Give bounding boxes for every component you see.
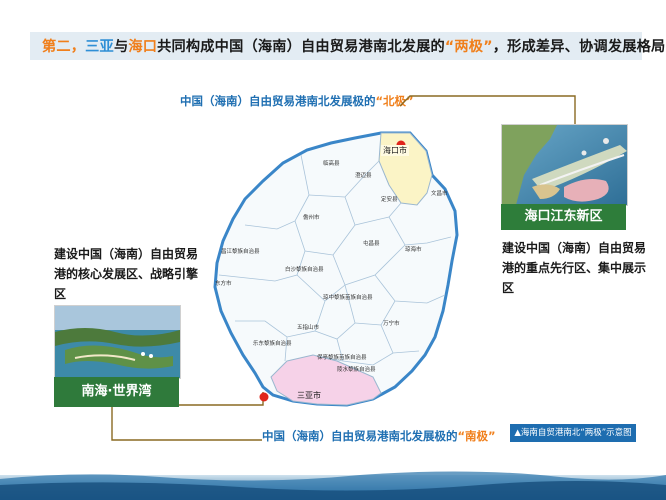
right-description: 建设中国（海南）自由贸易 港的重点先行区、集中展示 区: [502, 238, 652, 298]
left-desc-line3: 区: [54, 287, 67, 301]
title-part3: 与: [113, 39, 129, 55]
right-desc-line3: 区: [502, 281, 515, 295]
north-connector: [399, 95, 576, 124]
north-pole-label: 中国（海南）自由贸易港南北发展极的“北极”: [180, 93, 414, 109]
north-pole-text: 中国（海南）自由贸易港南北发展极的: [180, 94, 376, 108]
north-pole-quote: “北极”: [375, 94, 414, 108]
slide-title: 第二，三亚与海口共同构成中国（海南）自由贸易港南北发展的“两极”，形成差异、协调…: [42, 36, 665, 58]
left-desc-line1: 建设中国（海南）自由贸易: [54, 247, 199, 261]
title-part1: 第二，: [42, 39, 86, 55]
title-part7: ，形成差异、协调发展格局: [492, 39, 666, 55]
jiangdong-photo: [501, 124, 628, 206]
south-pole-label: 中国（海南）自由贸易港南北发展极的“南极”: [262, 428, 496, 444]
title-part6: “两极”: [444, 39, 493, 55]
right-desc-line2: 港的重点先行区、集中展示: [502, 261, 647, 275]
south-pole-text: 中国（海南）自由贸易港南北发展极的: [262, 429, 458, 443]
bottom-decoration: [0, 471, 666, 500]
hainan-map: [213, 131, 459, 407]
south-pole-quote: “南极”: [457, 429, 496, 443]
title-part5: 共同构成中国（海南）自由贸易港南北发展的: [157, 39, 445, 55]
title-part2: 三亚: [85, 39, 114, 55]
jiangdong-caption: 海口江东新区: [501, 204, 626, 230]
nanhai-photo: [54, 305, 181, 379]
left-desc-line2: 港的核心发展区、战略引擎: [54, 267, 199, 281]
title-part4: 海口: [128, 39, 158, 55]
map-legend: ▲海南自贸港南北“两极”示意图: [510, 424, 636, 442]
right-desc-line1: 建设中国（海南）自由贸易: [502, 241, 647, 255]
nanhai-caption: 南海·世界湾: [54, 377, 179, 407]
left-description: 建设中国（海南）自由贸易 港的核心发展区、战略引擎 区: [54, 244, 204, 304]
